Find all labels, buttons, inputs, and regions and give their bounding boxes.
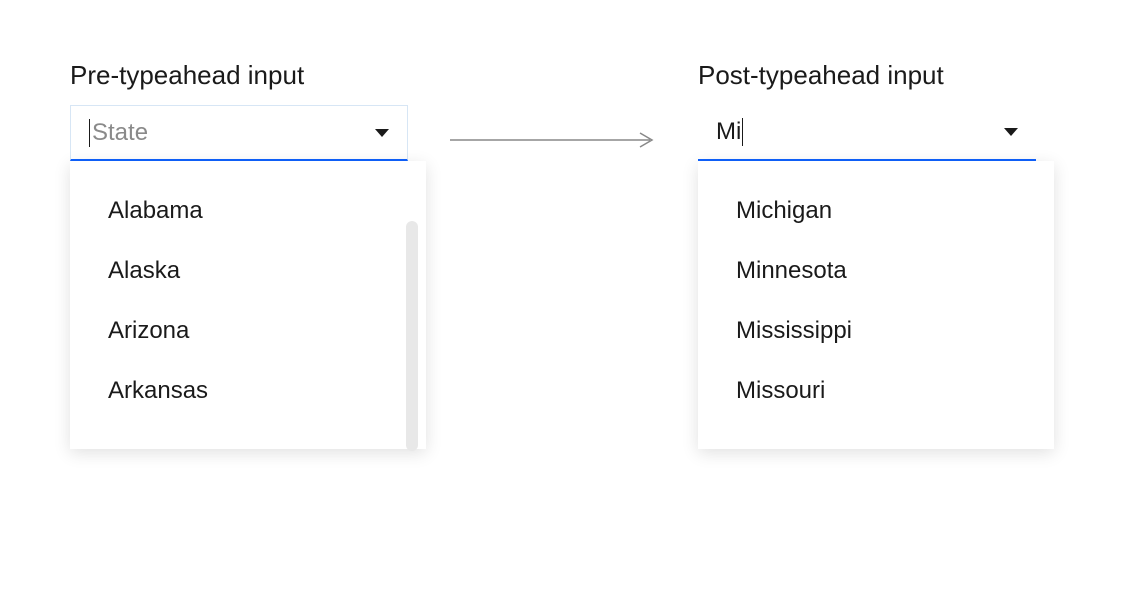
text-cursor-icon — [742, 118, 743, 146]
state-select-wrapper: State Alabama Alaska Arizona Arkansas — [70, 105, 408, 161]
state-select-input[interactable]: State — [70, 105, 408, 161]
state-select-input-filtered[interactable]: Mi — [698, 105, 1036, 161]
dropdown-option[interactable]: Minnesota — [698, 241, 1054, 301]
scrollbar-thumb[interactable] — [406, 221, 418, 451]
dropdown-option[interactable]: Arizona — [70, 301, 426, 361]
post-typeahead-column: Post-typeahead input Mi Michigan Minneso… — [698, 60, 1036, 161]
state-select-placeholder: State — [89, 119, 148, 147]
state-dropdown-filtered: Michigan Minnesota Mississippi Missouri — [698, 161, 1054, 449]
pre-typeahead-column: Pre-typeahead input State Alabama Alaska… — [70, 60, 408, 161]
dropdown-option[interactable]: Michigan — [698, 181, 1054, 241]
pre-typeahead-heading: Pre-typeahead input — [70, 60, 408, 91]
state-select-value: Mi — [716, 118, 743, 146]
state-dropdown: Alabama Alaska Arizona Arkansas — [70, 161, 426, 449]
post-typeahead-heading: Post-typeahead input — [698, 60, 1036, 91]
dropdown-option[interactable]: Alaska — [70, 241, 426, 301]
arrow-right-icon — [448, 130, 658, 150]
dropdown-option[interactable]: Mississippi — [698, 301, 1054, 361]
dropdown-option[interactable]: Alabama — [70, 181, 426, 241]
text-cursor-icon — [89, 119, 90, 147]
dropdown-option[interactable]: Arkansas — [70, 361, 426, 421]
chevron-down-icon — [375, 129, 389, 137]
chevron-down-icon — [1004, 128, 1018, 136]
dropdown-option[interactable]: Missouri — [698, 361, 1054, 421]
state-select-wrapper-filtered: Mi Michigan Minnesota Mississippi Missou… — [698, 105, 1036, 161]
arrow-transition — [448, 112, 658, 168]
